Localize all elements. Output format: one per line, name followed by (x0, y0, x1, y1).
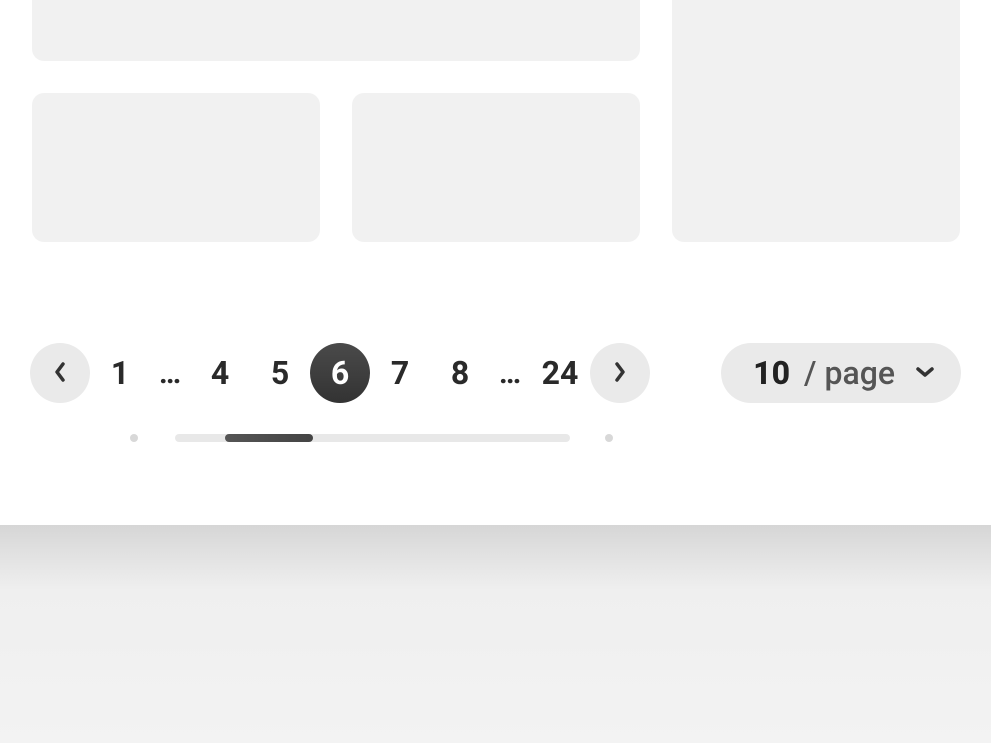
per-page-select[interactable]: 10 / page (721, 343, 961, 403)
per-page-label: / page (804, 354, 895, 392)
page-6[interactable]: 6 (310, 343, 370, 403)
pagination-nav: 1…45678…24 (30, 343, 650, 403)
page-ellipsis: … (150, 343, 190, 403)
page-5[interactable]: 5 (250, 343, 310, 403)
next-button[interactable] (590, 343, 650, 403)
page-1[interactable]: 1 (90, 343, 150, 403)
chevron-right-icon (612, 362, 628, 385)
prev-button[interactable] (30, 343, 90, 403)
placeholder-card (672, 0, 960, 242)
page-24[interactable]: 24 (530, 343, 590, 403)
page-8[interactable]: 8 (430, 343, 490, 403)
footer-band (0, 525, 991, 743)
chevron-left-icon (52, 362, 68, 385)
placeholder-card (352, 93, 640, 242)
per-page-count: 10 (753, 354, 790, 392)
pagination: 1…45678…24 10 / page (30, 342, 961, 404)
content-area: 1…45678…24 10 / page (0, 0, 991, 525)
scroll-thumb[interactable] (225, 434, 313, 442)
page-4[interactable]: 4 (190, 343, 250, 403)
placeholder-card (32, 93, 320, 242)
chevron-down-icon (909, 364, 935, 383)
page-list: 1…45678…24 (90, 343, 590, 403)
scroll-dot (605, 434, 613, 442)
placeholder-card (32, 0, 640, 61)
page-7[interactable]: 7 (370, 343, 430, 403)
scroll-dot (130, 434, 138, 442)
scroll-indicator (130, 434, 621, 442)
page-ellipsis: … (490, 343, 530, 403)
